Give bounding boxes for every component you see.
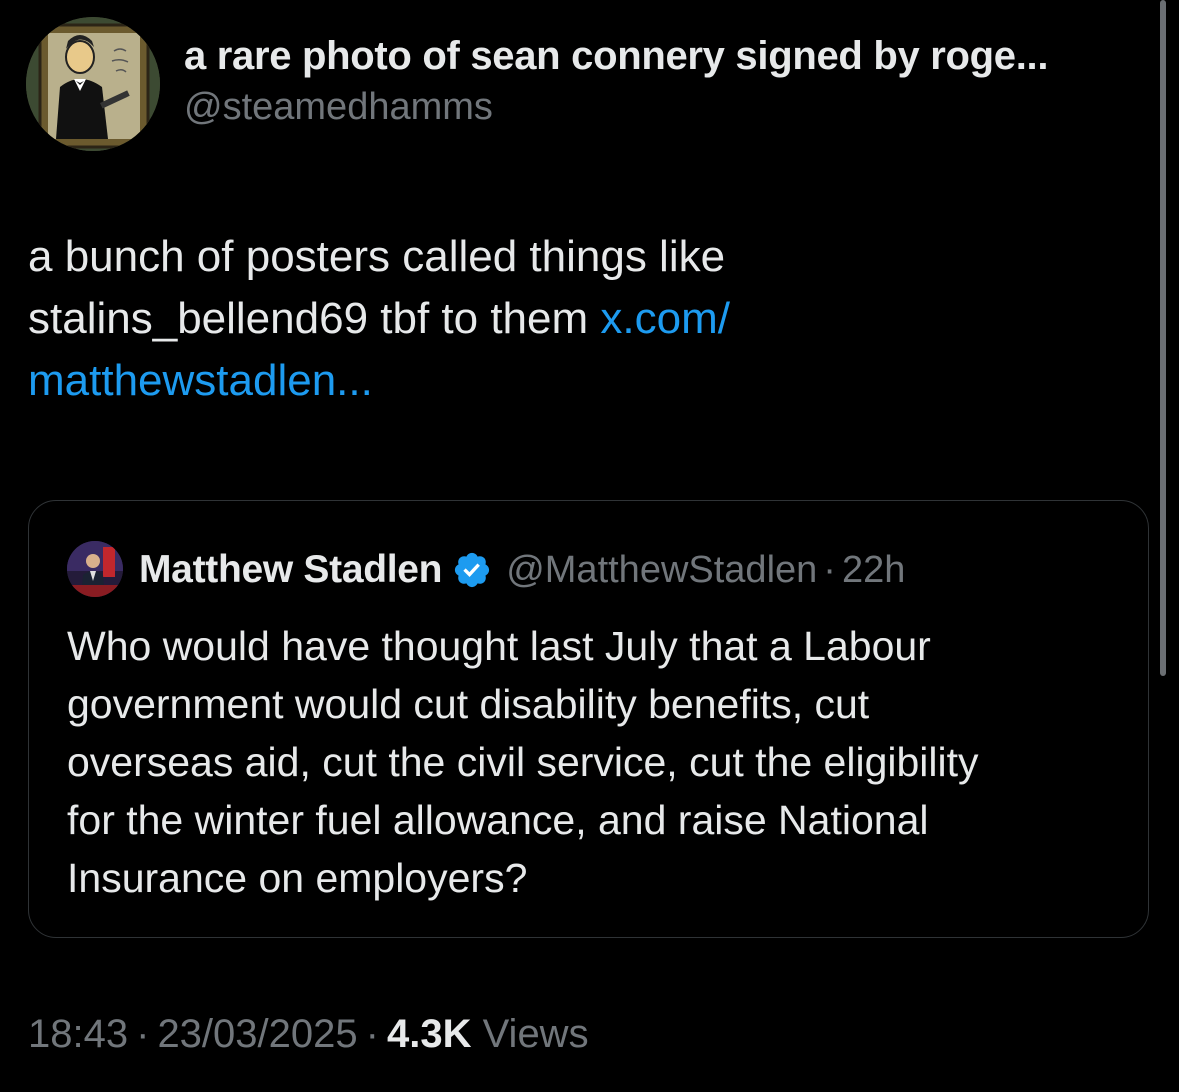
separator-dot: · [136,1012,150,1056]
tweet-line: stalins_bellend69 tbf to them x.com/ [28,288,1128,350]
tweet-date[interactable]: 23/03/2025 [157,1012,357,1056]
quoted-line: overseas aid, cut the civil service, cut… [67,739,979,785]
framed-portrait-icon [26,17,160,151]
scrollbar[interactable] [1160,0,1166,676]
tweet-time[interactable]: 18:43 [28,1012,128,1056]
quoted-tweet-card[interactable]: Matthew Stadlen @MatthewStadlen · 22h Wh… [28,500,1149,938]
views-count: 4.3K [386,1012,472,1056]
tweet-link-continuation[interactable]: matthewstadlen... [28,350,1128,412]
quoted-line: Insurance on employers? [67,855,528,901]
author-avatar[interactable] [26,17,160,151]
separator-dot: · [823,548,836,591]
tweet-line: a bunch of posters called things like [28,232,726,281]
quoted-author-avatar[interactable] [67,541,123,597]
quoted-tweet-text: Who would have thought last July that a … [67,617,1137,907]
quoted-line: for the winter fuel allowance, and raise… [67,797,929,843]
tweet-line-text: stalins_bellend69 tbf to them [28,294,601,343]
author-handle[interactable]: @steamedhamms [184,86,493,129]
tweet-link[interactable]: x.com/ [600,294,730,343]
quoted-author-handle[interactable]: @MatthewStadlen [506,549,817,592]
tweet-meta: 18:43 · 23/03/2025 · 4.3K Views [28,1012,589,1057]
separator-dot: · [365,1012,379,1056]
views-label: Views [482,1012,589,1056]
quoted-line: Who would have thought last July that a … [67,623,931,669]
person-photo-icon [67,541,123,597]
quoted-line: government would cut disability benefits… [67,681,870,727]
tweet-text: a bunch of posters called things like st… [28,226,1128,412]
author-display-name[interactable]: a rare photo of sean connery signed by r… [184,34,1048,79]
quoted-tweet-time[interactable]: 22h [842,549,905,592]
quoted-author-name[interactable]: Matthew Stadlen [139,548,443,592]
quoted-tweet-header: Matthew Stadlen @MatthewStadlen · 22h [139,543,905,597]
verified-badge-icon [452,550,492,590]
